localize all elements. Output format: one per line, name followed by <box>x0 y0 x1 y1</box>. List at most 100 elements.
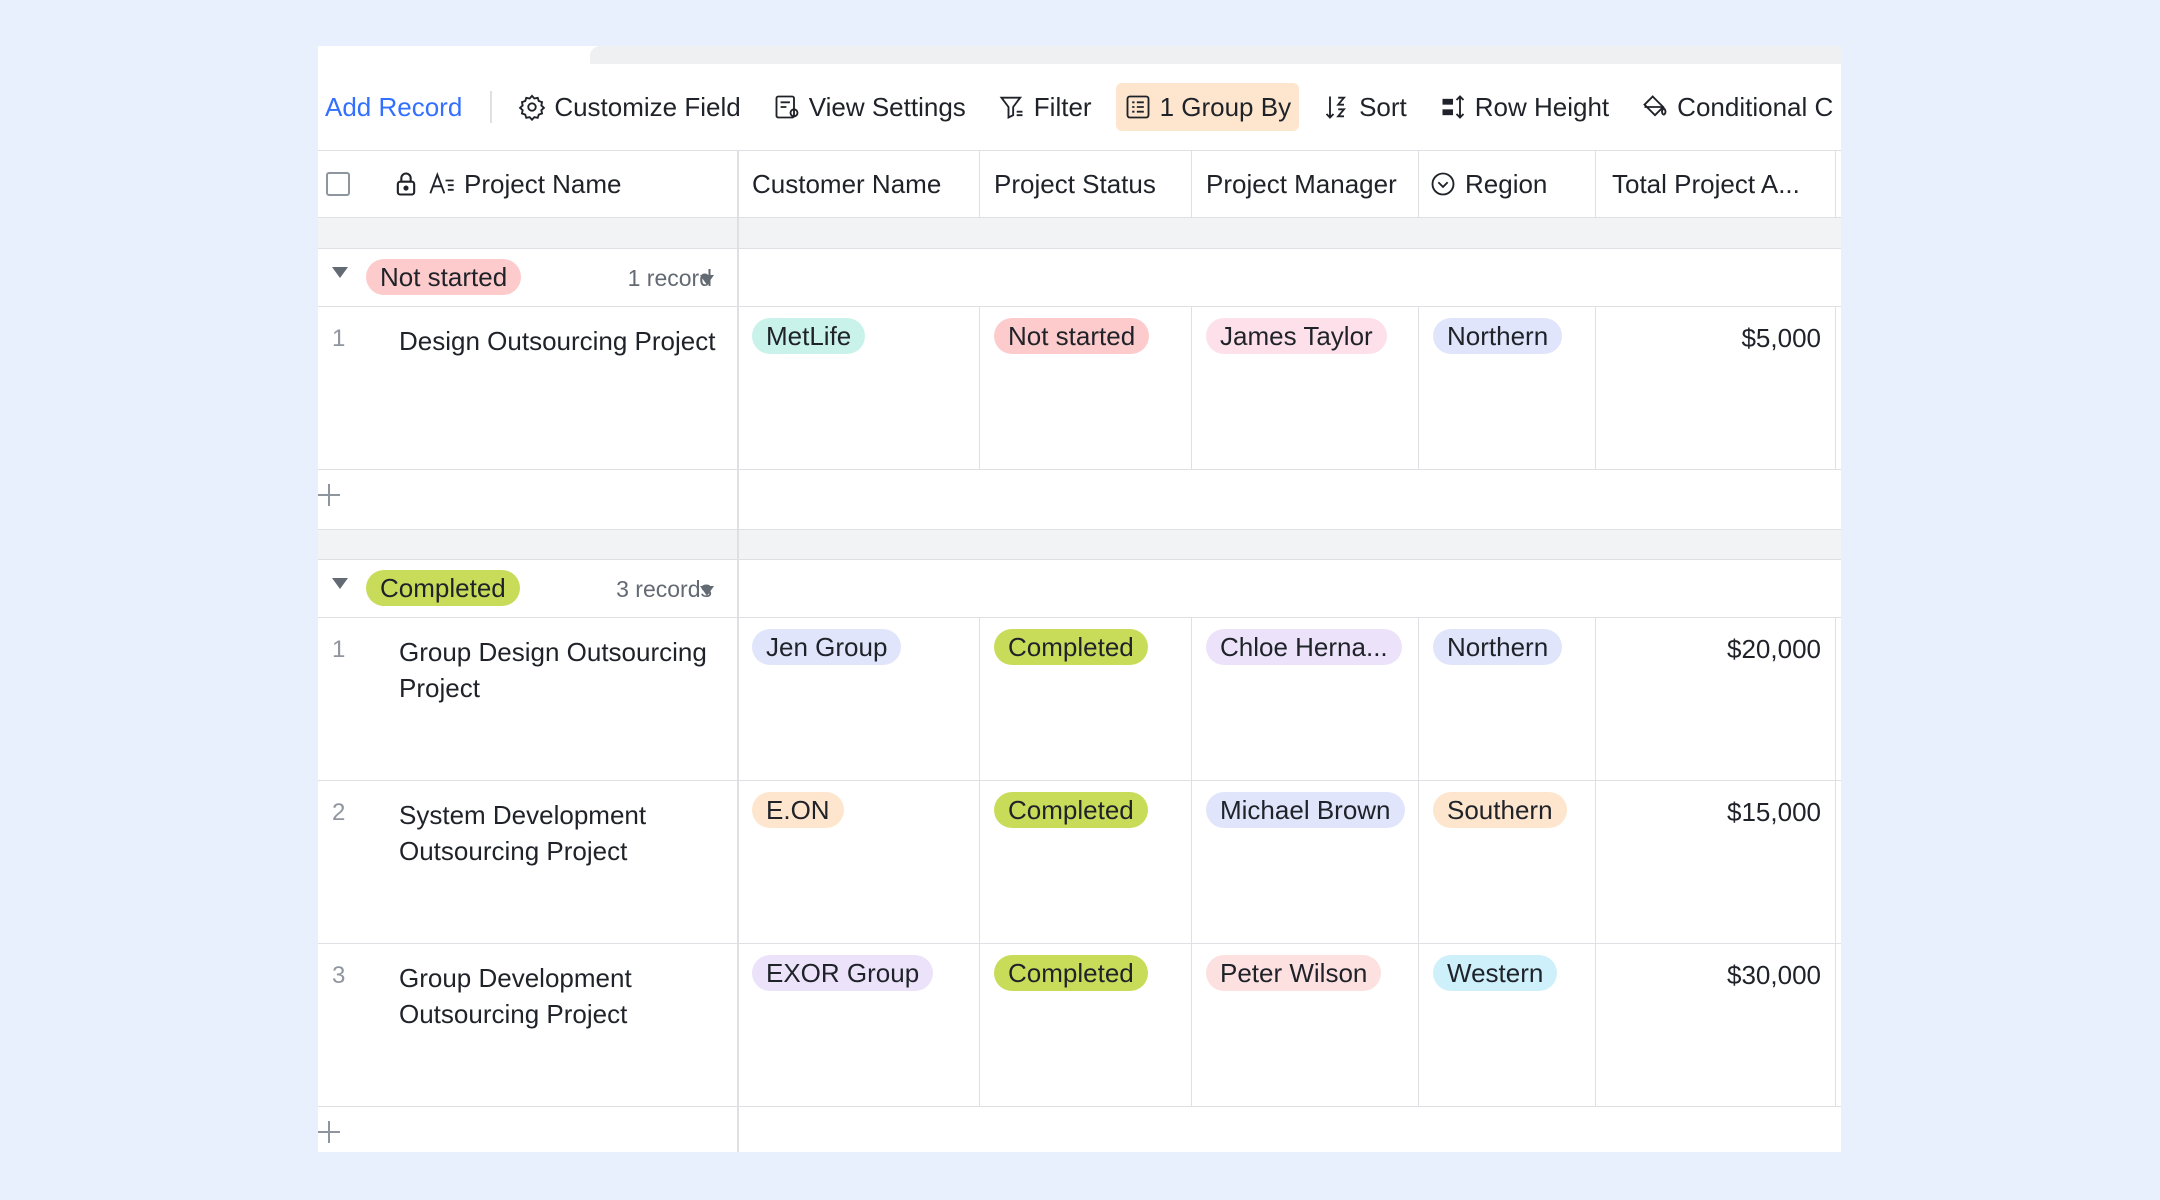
group-spacer <box>318 530 1841 560</box>
manager-tag: Michael Brown <box>1206 792 1405 828</box>
row-number: 1 <box>332 636 346 663</box>
group-header-completed[interactable]: Completed 3 records <box>318 560 1841 618</box>
plus-icon[interactable] <box>318 1121 340 1143</box>
header-project-status[interactable]: Project Status <box>980 151 1192 217</box>
view-settings-icon <box>775 95 799 119</box>
group-header-not-started[interactable]: Not started 1 record <box>318 249 1841 307</box>
row-height-icon <box>1442 95 1464 119</box>
gear-icon <box>519 94 546 121</box>
cell-project-name[interactable]: 1 Group Design Outsourcing Project <box>318 618 738 780</box>
group-tag: Completed <box>366 570 520 606</box>
status-tag: Completed <box>994 629 1148 665</box>
plus-icon[interactable] <box>318 484 340 506</box>
text-field-icon <box>429 172 454 194</box>
cell-project-name[interactable]: 1 Design Outsourcing Project <box>318 307 738 469</box>
cell-amount[interactable]: $20,000 <box>1596 618 1836 780</box>
group-menu-caret-icon[interactable] <box>700 586 714 596</box>
filter-button[interactable]: Filter <box>990 83 1100 131</box>
header-region-label: Region <box>1465 168 1548 199</box>
collapse-caret-icon[interactable] <box>332 267 348 278</box>
cell-amount[interactable]: $30,000 <box>1596 944 1836 1106</box>
manager-tag: Chloe Herna... <box>1206 629 1402 665</box>
cell-amount[interactable]: $5,000 <box>1596 307 1836 469</box>
cell-manager[interactable]: James Taylor <box>1192 307 1419 469</box>
table-row[interactable]: 1 Group Design Outsourcing Project Jen G… <box>318 618 1841 781</box>
header-total-amount[interactable]: Total Project A... <box>1596 151 1836 217</box>
group-record-count: 3 records <box>616 576 712 602</box>
customer-tag: Jen Group <box>752 629 902 665</box>
group-by-icon <box>1126 95 1149 119</box>
customize-field-button[interactable]: Customize Field <box>510 83 748 131</box>
view-settings-button[interactable]: View Settings <box>765 83 974 131</box>
cell-project-name[interactable]: 3 Group Development Outsourcing Project <box>318 944 738 1106</box>
lock-icon <box>396 172 416 196</box>
cell-status[interactable]: Not started <box>980 307 1192 469</box>
sort-icon <box>1325 96 1347 119</box>
cell-status[interactable]: Completed <box>980 781 1192 943</box>
table-header: Project Name Customer Name Project Statu… <box>318 150 1841 218</box>
cell-region[interactable]: Western <box>1419 944 1596 1106</box>
cell-region[interactable]: Northern <box>1419 307 1596 469</box>
customer-tag: MetLife <box>752 318 866 354</box>
amount-value: $15,000 <box>1727 797 1821 827</box>
status-tag: Not started <box>994 318 1150 354</box>
cell-status[interactable]: Completed <box>980 618 1192 780</box>
group-by-button[interactable]: 1 Group By <box>1115 83 1300 131</box>
group-tag: Not started <box>366 259 522 295</box>
cell-customer[interactable]: Jen Group <box>738 618 980 780</box>
cell-amount[interactable]: $15,000 <box>1596 781 1836 943</box>
sort-button[interactable]: Sort <box>1315 83 1415 131</box>
customer-tag: EXOR Group <box>752 955 934 991</box>
region-tag: Southern <box>1433 792 1567 828</box>
group-spacer <box>318 218 1841 249</box>
cell-manager[interactable]: Peter Wilson <box>1192 944 1419 1106</box>
amount-value: $5,000 <box>1741 323 1821 353</box>
manager-tag: Peter Wilson <box>1206 955 1382 991</box>
cell-project-name[interactable]: 2 System Development Outsourcing Project <box>318 781 738 943</box>
frozen-column-divider[interactable] <box>737 150 739 1152</box>
project-name: Group Development Outsourcing Project <box>399 963 632 1029</box>
project-name: Group Design Outsourcing Project <box>399 637 707 703</box>
select-all-checkbox[interactable] <box>326 172 350 196</box>
table-row[interactable]: 3 Group Development Outsourcing Project … <box>318 944 1841 1107</box>
toolbar-divider <box>490 91 493 123</box>
region-tag: Northern <box>1433 318 1563 354</box>
status-tag: Completed <box>994 792 1148 828</box>
table-row[interactable]: 2 System Development Outsourcing Project… <box>318 781 1841 944</box>
view-tab-strip <box>318 46 1841 64</box>
collapse-caret-icon[interactable] <box>332 578 348 589</box>
cell-manager[interactable]: Michael Brown <box>1192 781 1419 943</box>
project-name: System Development Outsourcing Project <box>399 800 647 866</box>
cell-customer[interactable]: E.ON <box>738 781 980 943</box>
row-number: 3 <box>332 962 346 989</box>
cell-status[interactable]: Completed <box>980 944 1192 1106</box>
cell-customer[interactable]: EXOR Group <box>738 944 980 1106</box>
row-number: 2 <box>332 799 346 826</box>
amount-value: $20,000 <box>1727 634 1821 664</box>
header-project-name[interactable]: Project Name <box>318 151 738 217</box>
cell-region[interactable]: Northern <box>1419 618 1596 780</box>
row-height-button[interactable]: Row Height <box>1431 83 1617 131</box>
add-record-button[interactable]: Add Record <box>318 83 462 131</box>
header-customer-name[interactable]: Customer Name <box>738 151 980 217</box>
add-row[interactable] <box>318 470 1841 530</box>
row-height-label: Row Height <box>1474 91 1610 122</box>
group-menu-caret-icon[interactable] <box>700 275 714 285</box>
table-row[interactable]: 1 Design Outsourcing Project MetLife Not… <box>318 307 1841 470</box>
group-by-label: 1 Group By <box>1159 91 1292 122</box>
header-region[interactable]: Region <box>1419 151 1596 217</box>
header-project-name-label: Project Name <box>464 168 622 199</box>
conditional-formatting-button[interactable]: Conditional C <box>1633 83 1841 131</box>
region-tag: Western <box>1433 955 1558 991</box>
cell-region[interactable]: Southern <box>1419 781 1596 943</box>
add-record-label: Add Record <box>325 91 463 122</box>
region-tag: Northern <box>1433 629 1563 665</box>
cell-manager[interactable]: Chloe Herna... <box>1192 618 1419 780</box>
conditional-formatting-label: Conditional C <box>1677 91 1834 122</box>
cell-customer[interactable]: MetLife <box>738 307 980 469</box>
filter-label: Filter <box>1033 91 1092 122</box>
add-row[interactable] <box>318 1107 1841 1152</box>
header-project-status-label: Project Status <box>994 168 1156 199</box>
single-select-icon <box>1431 172 1455 196</box>
header-project-manager[interactable]: Project Manager <box>1192 151 1419 217</box>
